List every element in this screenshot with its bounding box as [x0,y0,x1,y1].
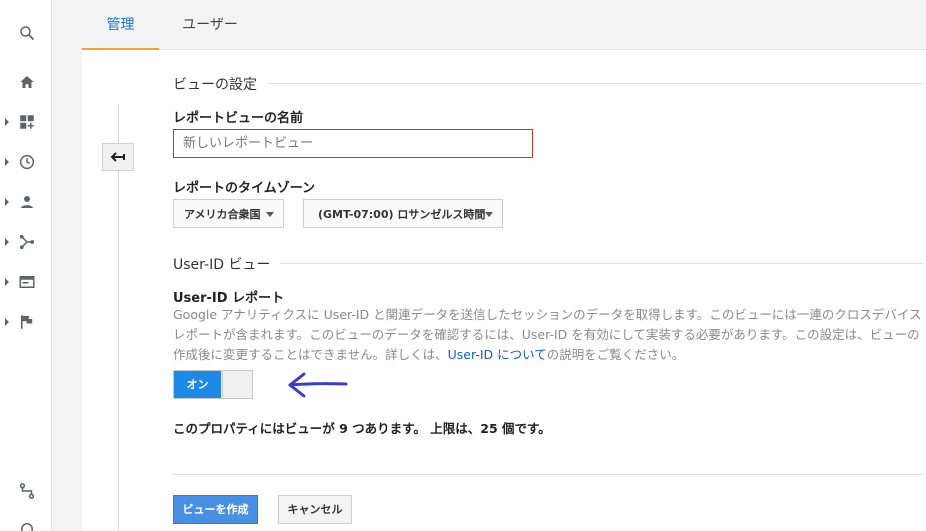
country-select[interactable]: アメリカ合衆国 [173,199,284,228]
home-icon[interactable] [18,73,36,91]
tab-users[interactable]: ユーザー [174,0,246,50]
acquisition-icon[interactable] [18,233,36,251]
section-divider [173,83,923,84]
expand-caret[interactable] [5,278,9,286]
expand-caret[interactable] [5,318,9,326]
chevron-down-icon [266,212,274,217]
annotation-arrow-icon [288,372,348,398]
userid-description-tail: の説明をご覧ください。 [546,347,685,362]
section-divider [173,263,923,264]
userid-description: Google アナリティクスに User-ID と関連データを送信したセッション… [173,305,923,365]
report-view-name-label: レポートビューの名前 [173,111,304,126]
views-count-text: このプロパティにはビューが 9 つあります。 上限は、25 個です。 [173,421,551,436]
country-select-value: アメリカ合衆国 [184,207,261,221]
create-view-button[interactable]: ビューを作成 [173,495,258,524]
search-icon[interactable] [18,24,36,42]
expand-caret[interactable] [5,238,9,246]
left-nav-rail [0,0,52,531]
view-settings-title: ビューの設定 [173,74,267,94]
toggle-on-label: オン [174,371,221,398]
timezone-select[interactable]: (GMT-07:00) ロサンゼルス時間 [303,199,503,228]
userid-learn-more-link[interactable]: User-ID について [448,347,547,362]
footer-divider [173,474,923,475]
toggle-knob [222,371,252,398]
attribution-icon[interactable] [18,482,36,500]
cancel-button[interactable]: キャンセル [278,495,352,524]
flag-icon[interactable] [18,313,36,331]
userid-view-title: User-ID ビュー [173,254,281,274]
chevron-down-icon [485,212,493,217]
userid-toggle[interactable]: オン [173,370,253,399]
side-gutter [52,0,82,531]
timezone-select-value: (GMT-07:00) ロサンゼルス時間 [318,207,486,221]
dashboard-icon[interactable] [18,113,36,131]
back-button[interactable] [102,143,134,171]
timezone-label: レポートのタイムゾーン [173,181,316,196]
report-view-name-input[interactable] [173,129,533,158]
userid-report-label: User-ID レポート [173,291,285,306]
back-arrow-icon [110,152,125,162]
tab-bar: 管理 ユーザー [82,0,926,50]
expand-caret[interactable] [5,158,9,166]
discover-icon[interactable] [18,520,36,531]
tab-admin[interactable]: 管理 [82,0,159,50]
clock-icon[interactable] [18,153,36,171]
expand-caret[interactable] [5,118,9,126]
expand-caret[interactable] [5,198,9,206]
person-icon[interactable] [18,193,36,211]
behavior-icon[interactable] [18,273,36,291]
